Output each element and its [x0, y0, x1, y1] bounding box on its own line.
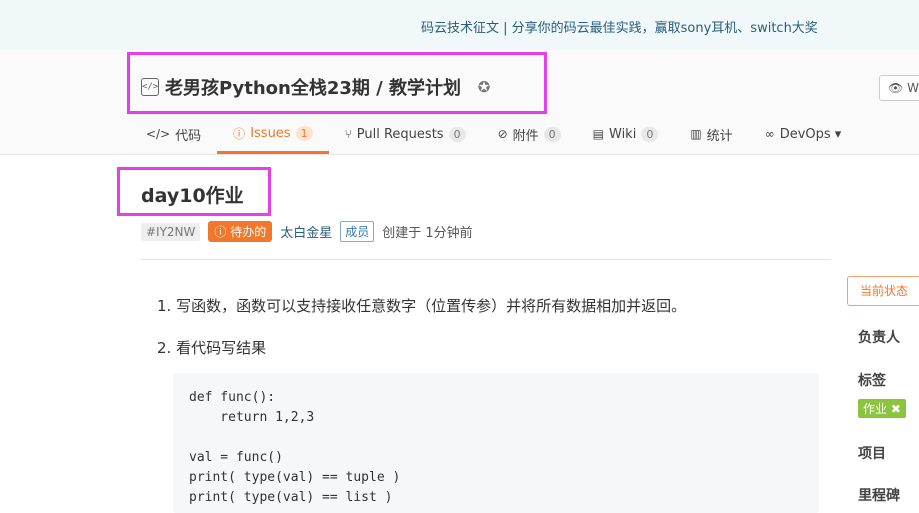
code-icon: </>	[146, 127, 171, 141]
tab-label: 代码	[175, 128, 202, 144]
wiki-icon: ▤	[592, 127, 604, 141]
tag-chip[interactable]: 作业 ✖	[858, 399, 906, 418]
code-line: print( type(val) == tuple )	[189, 470, 401, 485]
status-badge[interactable]: ⓘ 待办的	[208, 221, 273, 242]
issue-id: #IY2NW	[141, 222, 201, 241]
current-state-button[interactable]: 当前状态	[847, 276, 919, 306]
tab-count: 0	[641, 126, 659, 142]
list-item: 1. 写函数，函数可以支持接收任意数字（位置传参）并将所有数据相加并返回。	[157, 297, 687, 315]
devops-icon: ∞	[764, 127, 775, 141]
role-badge: 成员	[340, 221, 375, 242]
tab-devops[interactable]: ∞ DevOps ▾	[749, 116, 858, 152]
issue-title-highlight-annotation	[117, 167, 271, 216]
created-time: 创建于 1分钟前	[382, 226, 473, 241]
announcement-banner: 码云技术征文 | 分享你的码云最佳实践，赢取sony耳机、switch大奖	[0, 0, 919, 51]
repo-tabs: </> 代码 ⓘ Issues 1 ⑂ Pull Requests 0 ⊘ 附件…	[130, 116, 857, 154]
tab-code[interactable]: </> 代码	[130, 116, 217, 152]
tab-label: 附件	[512, 128, 539, 144]
tab-label: DevOps ▾	[779, 126, 842, 142]
tab-attachments[interactable]: ⊘ 附件 0	[482, 116, 577, 152]
tab-wiki[interactable]: ▤ Wiki 0	[577, 116, 675, 152]
project-label: 项目	[858, 446, 886, 462]
tab-count: 0	[543, 126, 561, 142]
title-highlight-annotation	[127, 52, 547, 114]
author-link[interactable]: 太白金星	[280, 222, 332, 241]
list-item: 2. 看代码写结果	[157, 339, 267, 357]
tab-stats[interactable]: ▥ 统计	[674, 116, 748, 152]
tab-count: 0	[448, 126, 466, 142]
pull-request-icon: ⑂	[344, 127, 352, 141]
tab-label: Pull Requests	[356, 126, 444, 142]
assignee-label: 负责人	[858, 330, 900, 346]
tab-label: 统计	[706, 128, 733, 144]
code-line: val = func()	[189, 450, 283, 465]
divider	[141, 259, 831, 260]
code-line: def func():	[189, 390, 276, 405]
issue-icon: ⓘ	[233, 127, 246, 141]
code-block: def func(): return 1,2,3 val = func() pr…	[173, 373, 819, 513]
code-line: return 1,2,3	[189, 410, 315, 425]
issue-meta: #IY2NW ⓘ 待办的 太白金星 成员 创建于 1分钟前	[141, 221, 473, 242]
milestone-label: 里程碑	[858, 488, 900, 504]
tab-issues[interactable]: ⓘ Issues 1	[217, 116, 329, 154]
tab-pull-requests[interactable]: ⑂ Pull Requests 0	[329, 116, 482, 152]
tab-label: Issues	[250, 126, 291, 141]
stats-icon: ▥	[690, 127, 702, 141]
banner-link[interactable]: 码云技术征文 | 分享你的码云最佳实践，赢取sony耳机、switch大奖	[421, 17, 818, 36]
attachment-icon: ⊘	[497, 127, 508, 141]
labels-label: 标签	[858, 373, 886, 389]
tab-label: Wiki	[609, 126, 637, 142]
watch-button[interactable]: 👁 W	[879, 75, 919, 101]
tab-count: 1	[295, 126, 313, 141]
